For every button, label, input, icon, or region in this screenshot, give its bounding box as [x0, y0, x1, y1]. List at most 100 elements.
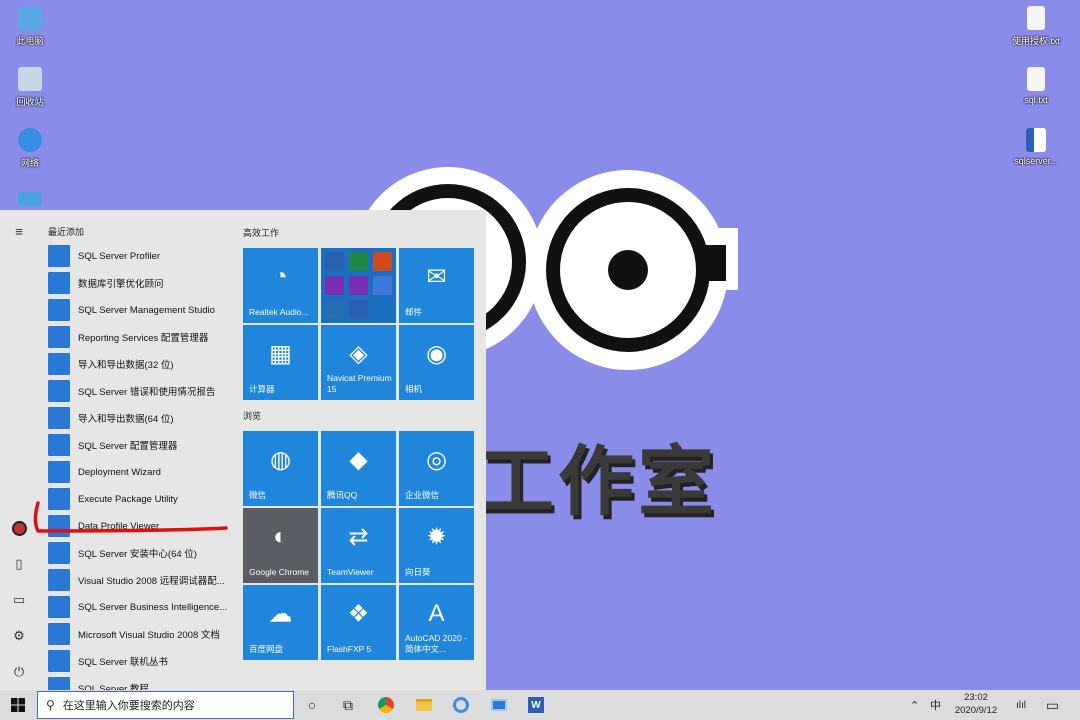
app-list-item[interactable]: Visual Studio 2008 远程调试器配... [48, 568, 234, 592]
desktop-icon-label: 网络 [20, 158, 39, 168]
wallpaper-text: 工作室 [478, 437, 718, 526]
task-view-icon[interactable]: ⧉ [336, 693, 360, 717]
office-app-icon[interactable] [349, 276, 368, 295]
documents-icon[interactable]: ▯ [11, 556, 27, 572]
start-tile[interactable]: ☁ 百度网盘 [243, 585, 318, 660]
cortana-icon[interactable]: ○ [300, 693, 324, 717]
tutorial-icon [48, 677, 70, 690]
app-list[interactable]: 最近添加 SQL Server Profiler 数据库引擎优化顾问 SQL Ser… [44, 210, 234, 690]
start-tile[interactable]: ◉ 相机 [399, 325, 474, 400]
desktop-icon-license-txt[interactable]: 使用授权.txt [1006, 6, 1066, 47]
app-list-item[interactable]: SQL Server Profiler [48, 244, 234, 268]
app-list-item[interactable]: SQL Server Business Intelligence... [48, 595, 234, 619]
start-tile[interactable]: A AutoCAD 2020 - 简体中文... [399, 585, 474, 660]
start-tile[interactable]: ◔ Realtek Audio... [243, 248, 318, 323]
app-list-item[interactable]: Deployment Wizard [48, 460, 234, 484]
app-list-item[interactable]: 数据库引擎优化顾问 [48, 271, 234, 295]
app-list-item[interactable]: Execute Package Utility [48, 487, 234, 511]
desktop-icon-control-panel[interactable] [0, 192, 60, 210]
app-list-item-label: SQL Server 配置管理器 [78, 441, 178, 452]
office-app-icon[interactable] [325, 276, 344, 295]
app-list-item-label: SQL Server 联机丛书 [78, 657, 168, 668]
remote-desktop-icon[interactable] [487, 693, 511, 717]
taskbar-search-box[interactable]: ⚲ 在这里输入你要搜索的内容 [37, 691, 294, 719]
office-app-icon[interactable] [373, 252, 392, 271]
desktop-icon-word-doc[interactable]: sqlserver... [1006, 128, 1066, 166]
tile-icon: ◍ [270, 446, 291, 473]
start-menu: ≡ ▯ ▭ ⚙ ⏻ 最近添加 SQL Server Profiler 数据库引擎优… [0, 210, 486, 690]
computer-icon [18, 6, 42, 30]
desktop-icon-network[interactable]: 网络 [0, 128, 60, 169]
notification-center-icon[interactable]: ▭ [1046, 690, 1059, 720]
app-list-item[interactable]: Microsoft Visual Studio 2008 文档 [48, 622, 234, 646]
tile-icon: ◎ [426, 446, 447, 473]
app-list-item-label: Deployment Wizard [78, 466, 161, 478]
file-explorer-icon[interactable] [412, 693, 436, 717]
vs-debugger-icon [48, 569, 70, 591]
network-tray-icon[interactable]: ılıl [1016, 690, 1026, 720]
user-avatar[interactable] [11, 520, 27, 536]
chrome-taskbar-icon[interactable] [374, 693, 398, 717]
ie-taskbar-icon[interactable] [449, 693, 473, 717]
bi-icon [48, 596, 70, 618]
tile-icon: ◐ [273, 522, 288, 550]
start-tile[interactable]: ◈ Navicat Premium 15 [321, 325, 396, 400]
windows-start-button[interactable] [0, 690, 36, 720]
desktop-icon-this-pc[interactable]: 此电脑 [0, 6, 60, 47]
start-tile[interactable] [321, 248, 396, 323]
start-tile[interactable]: ✹ 向日葵 [399, 508, 474, 583]
office-app-icon[interactable] [373, 276, 392, 295]
tile-label: 企业微信 [405, 490, 440, 500]
tile-icon: ⇄ [348, 523, 369, 550]
app-list-item[interactable]: Data Profile Viewer [48, 514, 234, 538]
office-app-icon[interactable] [349, 252, 368, 271]
tile-icon: ❖ [347, 600, 370, 627]
tile-label: Google Chrome [249, 567, 310, 577]
pictures-icon[interactable]: ▭ [11, 592, 27, 608]
app-list-item[interactable]: SQL Server 教程 [48, 676, 234, 690]
profile-viewer-icon [48, 515, 70, 537]
start-tile[interactable]: ⇄ TeamViewer [321, 508, 396, 583]
app-list-item[interactable]: SQL Server Management Studio [48, 298, 234, 322]
import-export-icon [48, 353, 70, 375]
office-app-icon[interactable] [349, 300, 368, 319]
start-tile[interactable]: ◎ 企业微信 [399, 431, 474, 506]
text-file-icon [1027, 6, 1045, 30]
tray-overflow-chevron-icon[interactable]: ⌃ [910, 690, 919, 720]
app-list-item[interactable]: SQL Server 配置管理器 [48, 433, 234, 457]
start-tile[interactable]: ◆ 腾讯QQ [321, 431, 396, 506]
hamburger-menu-icon[interactable]: ≡ [11, 223, 27, 239]
start-tile[interactable]: ▦ 计算器 [243, 325, 318, 400]
tile-icon: ✉ [426, 263, 447, 290]
app-list-item[interactable]: Reporting Services 配置管理器 [48, 325, 234, 349]
system-clock[interactable]: 23:02 2020/9/12 [948, 691, 1004, 717]
tile-label: 微信 [249, 490, 267, 500]
app-list-item[interactable]: SQL Server 联机丛书 [48, 649, 234, 673]
word-taskbar-icon[interactable]: W [524, 693, 548, 717]
app-list-item[interactable]: 导入和导出数据(64 位) [48, 406, 234, 430]
section-header-recent: 最近添加 [48, 227, 85, 237]
ime-indicator[interactable]: 中 [930, 690, 941, 720]
app-list-item-label: 导入和导出数据(64 位) [78, 414, 174, 425]
app-list-item[interactable]: SQL Server 错误和使用情况报告 [48, 379, 234, 403]
app-list-item-label: SQL Server 教程 [78, 684, 149, 690]
power-icon[interactable]: ⏻ [11, 664, 27, 680]
help-icon [48, 650, 70, 672]
start-tile[interactable]: ◍ 微信 [243, 431, 318, 506]
tile-icon: ◆ [349, 446, 368, 473]
app-list-item-label: 导入和导出数据(32 位) [78, 360, 174, 371]
error-report-icon [48, 380, 70, 402]
start-tile[interactable]: ◐ Google Chrome [243, 508, 318, 583]
start-tile[interactable]: ❖ FlashFXP 5 [321, 585, 396, 660]
office-app-icon[interactable] [325, 252, 344, 271]
app-list-item[interactable]: 导入和导出数据(32 位) [48, 352, 234, 376]
office-app-icon[interactable] [325, 300, 344, 319]
help-icon [48, 623, 70, 645]
desktop-icon-recycle-bin[interactable]: 回收站 [0, 67, 60, 108]
tile-label: 百度网盘 [249, 644, 284, 654]
app-list-item[interactable]: SQL Server 安装中心(64 位) [48, 541, 234, 565]
install-center-icon [48, 542, 70, 564]
start-tile[interactable]: ✉ 邮件 [399, 248, 474, 323]
desktop-icon-sql-txt[interactable]: sql.txt [1006, 67, 1066, 105]
settings-gear-icon[interactable]: ⚙ [11, 628, 27, 644]
